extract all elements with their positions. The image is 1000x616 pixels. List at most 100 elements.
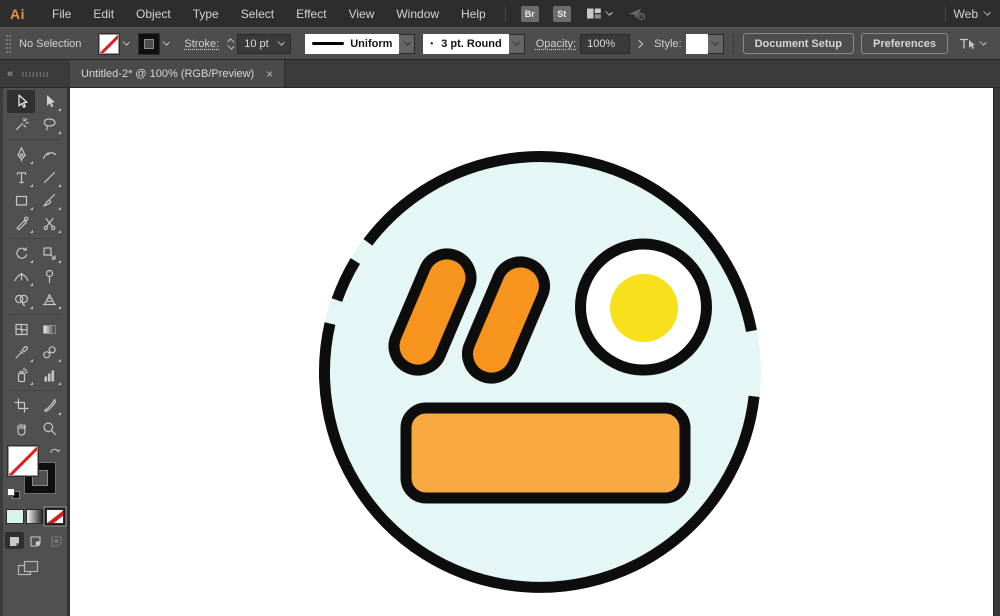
- brush-select[interactable]: • 3 pt. Round: [423, 33, 509, 54]
- none-button[interactable]: [46, 509, 64, 524]
- tab-close-button[interactable]: ×: [266, 67, 273, 81]
- style-chevron[interactable]: [707, 33, 724, 54]
- tool-scissors[interactable]: [35, 212, 63, 235]
- tool-group-divider: [3, 136, 67, 143]
- draw-behind-button[interactable]: [26, 532, 45, 549]
- tool-mesh[interactable]: [7, 318, 35, 341]
- tool-zoom[interactable]: [35, 417, 63, 440]
- egg-yolk[interactable]: [610, 274, 678, 342]
- fill-stroke-control: [3, 445, 67, 501]
- tool-group-divider: [3, 311, 67, 318]
- workspace-label: Web: [953, 6, 978, 21]
- draw-inside-icon: [50, 535, 62, 547]
- tool-paintbrush[interactable]: [35, 189, 63, 212]
- stroke-profile-chevron[interactable]: [399, 33, 416, 54]
- perspective-grid-tool-icon: [42, 293, 56, 306]
- blend-tool-icon: [42, 346, 56, 359]
- tool-scale[interactable]: [35, 242, 63, 265]
- chevron-down-icon: [162, 38, 171, 46]
- tool-direct-selection[interactable]: [35, 90, 63, 113]
- menu-object[interactable]: Object: [125, 7, 182, 21]
- tool-slice[interactable]: [35, 394, 63, 417]
- menu-effect[interactable]: Effect: [285, 7, 337, 21]
- panel-grip-dots[interactable]: [22, 72, 49, 77]
- style-swatch[interactable]: [685, 33, 708, 54]
- tool-group-divider: [3, 387, 67, 394]
- fill-color-combo[interactable]: [99, 33, 131, 54]
- magic-wand-icon: [15, 117, 29, 131]
- tool-artboard[interactable]: [7, 394, 35, 417]
- tool-magic-wand[interactable]: [7, 113, 35, 136]
- swap-fill-stroke-icon[interactable]: [49, 445, 62, 456]
- tool-symbol-sprayer[interactable]: [7, 364, 35, 387]
- illustrator-logo[interactable]: Ai: [10, 6, 25, 22]
- tool-curvature[interactable]: [35, 143, 63, 166]
- stroke-weight-stepper[interactable]: [227, 37, 235, 50]
- arrange-documents-button[interactable]: [586, 7, 613, 20]
- menu-view[interactable]: View: [338, 7, 386, 21]
- tool-gradient[interactable]: [35, 318, 63, 341]
- collapse-panel-button[interactable]: «: [7, 68, 13, 80]
- change-screen-mode-button[interactable]: [17, 560, 67, 577]
- line-segment-tool-icon: [43, 171, 55, 184]
- menu-edit[interactable]: Edit: [82, 7, 125, 21]
- tool-line-segment[interactable]: [35, 166, 63, 189]
- tool-selection[interactable]: [7, 90, 35, 113]
- document-tab[interactable]: Untitled-2* @ 100% (RGB/Preview) ×: [70, 60, 286, 87]
- document-setup-button[interactable]: Document Setup: [742, 33, 854, 54]
- draw-normal-button[interactable]: [4, 532, 24, 549]
- menu-select[interactable]: Select: [230, 7, 285, 21]
- opacity-panel-link[interactable]: Opacity:: [536, 38, 576, 50]
- color-button[interactable]: [6, 509, 24, 524]
- tool-pen[interactable]: [7, 143, 35, 166]
- opacity-submenu-icon[interactable]: [634, 39, 644, 48]
- rectangle-tool-icon: [15, 195, 27, 206]
- tool-rectangle[interactable]: [7, 189, 35, 212]
- menu-help[interactable]: Help: [450, 7, 497, 21]
- brush-value: 3 pt. Round: [441, 37, 502, 50]
- menu-window[interactable]: Window: [385, 7, 450, 21]
- tool-eyedropper[interactable]: [7, 341, 35, 364]
- workspace-switcher[interactable]: Web: [953, 6, 991, 21]
- panel-grip[interactable]: [6, 34, 11, 53]
- tool-perspective-grid[interactable]: [35, 288, 63, 311]
- symbol-sprayer-tool-icon: [17, 367, 28, 383]
- artboard[interactable]: [70, 88, 993, 616]
- tool-hand[interactable]: [7, 417, 35, 440]
- share-screen-button[interactable]: [628, 7, 646, 21]
- brush-chevron[interactable]: [508, 33, 525, 54]
- draw-inside-button[interactable]: [47, 532, 66, 549]
- touch-type-tool-button[interactable]: [958, 36, 987, 51]
- stroke-panel-link[interactable]: Stroke:: [184, 38, 219, 50]
- document-canvas[interactable]: [70, 88, 993, 616]
- stroke-color-swatch[interactable]: [139, 33, 160, 54]
- direct-selection-tool-icon: [46, 95, 55, 108]
- tool-puppet-warp[interactable]: [35, 265, 63, 288]
- opacity-field[interactable]: 100%: [580, 33, 631, 54]
- stroke-weight-field[interactable]: 10 pt: [237, 33, 292, 54]
- default-fill-stroke-icon[interactable]: [7, 488, 20, 499]
- bridge-button[interactable]: Br: [520, 5, 539, 22]
- panel-dock-strip[interactable]: [993, 88, 1000, 616]
- screen-mode-icon: [17, 560, 39, 576]
- tool-blend[interactable]: [35, 341, 63, 364]
- menu-type[interactable]: Type: [182, 7, 230, 21]
- stroke-color-combo[interactable]: [139, 33, 171, 54]
- tool-type[interactable]: [7, 166, 35, 189]
- tool-width[interactable]: [7, 265, 35, 288]
- tool-column-graph[interactable]: [35, 364, 63, 387]
- fill-swatch-none[interactable]: [8, 446, 38, 476]
- tool-rotate[interactable]: [7, 242, 35, 265]
- stroke-profile-select[interactable]: Uniform: [305, 33, 400, 54]
- preferences-button[interactable]: Preferences: [861, 33, 948, 54]
- hand-tool-icon: [16, 423, 26, 436]
- tool-lasso[interactable]: [35, 113, 63, 136]
- menu-file[interactable]: File: [41, 7, 82, 21]
- tools-panel: [0, 88, 70, 616]
- gradient-button[interactable]: [26, 509, 44, 524]
- tool-shape-builder[interactable]: [7, 288, 35, 311]
- fill-none-swatch[interactable]: [99, 33, 120, 54]
- toast-bar[interactable]: [400, 402, 691, 504]
- tool-shaper[interactable]: [7, 212, 35, 235]
- stock-button[interactable]: St: [552, 5, 571, 22]
